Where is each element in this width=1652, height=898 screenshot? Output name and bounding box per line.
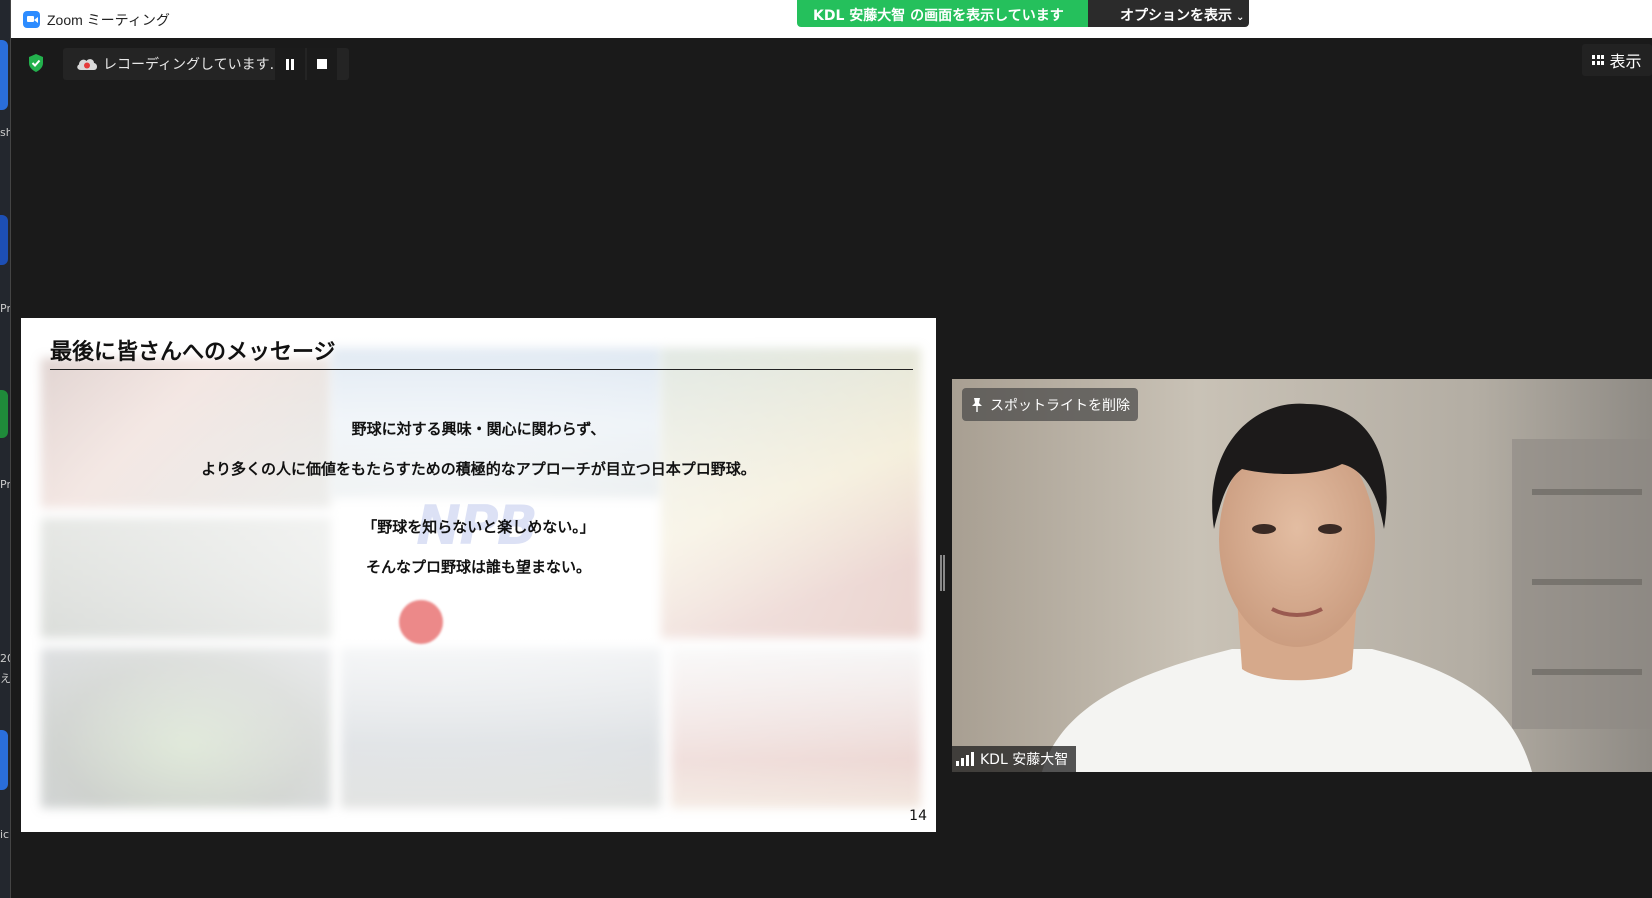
recording-status-text: レコーディングしています... bbox=[103, 57, 283, 73]
desktop-icon bbox=[0, 730, 8, 790]
desktop-icon bbox=[0, 390, 8, 438]
presenter-label: KDL 安藤大智 の画面を表示しています bbox=[797, 0, 1088, 27]
desktop-icon bbox=[0, 215, 8, 265]
slide-text-line: 「野球を知らないと楽しめない。」 bbox=[362, 518, 595, 536]
desktop-text-fragment: え bbox=[0, 672, 10, 685]
desktop-text-fragment: Pro bbox=[0, 478, 10, 491]
heading-underline bbox=[50, 369, 913, 370]
desktop-text-fragment: sh bbox=[0, 126, 10, 139]
pause-recording-button[interactable] bbox=[275, 48, 305, 80]
remove-spotlight-label: スポットライトを削除 bbox=[990, 397, 1130, 414]
stop-icon bbox=[317, 59, 327, 69]
desktop-text-fragment: ic bbox=[0, 828, 10, 841]
desktop-background: sh Pro Pro 20 え ic bbox=[0, 0, 10, 898]
desktop-icon bbox=[0, 40, 8, 110]
split-view-divider[interactable] bbox=[940, 555, 946, 591]
slide-page-number: 14 bbox=[909, 808, 927, 824]
participant-video-feed bbox=[952, 379, 1652, 772]
slide-text-line: より多くの人に価値をもたらすための積極的なアプローチが目立つ日本プロ野球。 bbox=[201, 460, 756, 478]
pause-icon bbox=[285, 58, 295, 70]
view-layout-label: 表示 bbox=[1609, 52, 1642, 71]
slide-text-line: そんなプロ野球は誰も望まない。 bbox=[365, 558, 591, 576]
chevron-down-icon: ⌄ bbox=[1236, 12, 1245, 23]
connection-signal-icon bbox=[956, 752, 974, 766]
participant-video-tile[interactable]: スポットライトを削除 KDL 安藤大智 bbox=[952, 379, 1652, 772]
remove-spotlight-button[interactable]: スポットライトを削除 bbox=[962, 388, 1138, 421]
screen-share-banner: KDL 安藤大智 の画面を表示しています オプションを表示 ⌄ bbox=[797, 0, 1249, 27]
window-title: Zoom ミーティング bbox=[47, 12, 170, 28]
participant-name: KDL 安藤大智 bbox=[980, 752, 1069, 768]
pin-icon bbox=[972, 397, 982, 412]
participant-name-tag: KDL 安藤大智 bbox=[952, 746, 1077, 772]
view-options-button[interactable]: オプションを表示 ⌄ bbox=[1088, 0, 1249, 27]
cloud-recording-icon bbox=[77, 59, 97, 70]
zoom-app-icon bbox=[23, 11, 40, 28]
slide-text-line: 野球に対する興味・関心に関わらず、 bbox=[351, 420, 606, 438]
desktop-text-fragment: 20 bbox=[0, 652, 10, 665]
zoom-meeting-window: Zoom ミーティング KDL 安藤大智 の画面を表示しています オプションを表… bbox=[10, 0, 1652, 898]
slide-heading: 最後に皆さんへのメッセージ bbox=[50, 340, 336, 365]
security-shield-icon[interactable] bbox=[26, 53, 46, 73]
desktop-text-fragment: Pro bbox=[0, 302, 10, 315]
view-layout-button[interactable]: 表示 bbox=[1582, 44, 1652, 76]
recording-indicator: レコーディングしています... bbox=[63, 48, 349, 80]
grid-view-icon bbox=[1592, 55, 1605, 65]
baseball-logo-icon bbox=[399, 600, 443, 644]
stop-recording-button[interactable] bbox=[307, 48, 337, 80]
view-options-label: オプションを表示 bbox=[1120, 8, 1232, 24]
shared-screen-slide[interactable]: NPB 最後に皆さんへのメッセージ 野球に対する興味・関心に関わらず、 より多く… bbox=[21, 318, 936, 832]
